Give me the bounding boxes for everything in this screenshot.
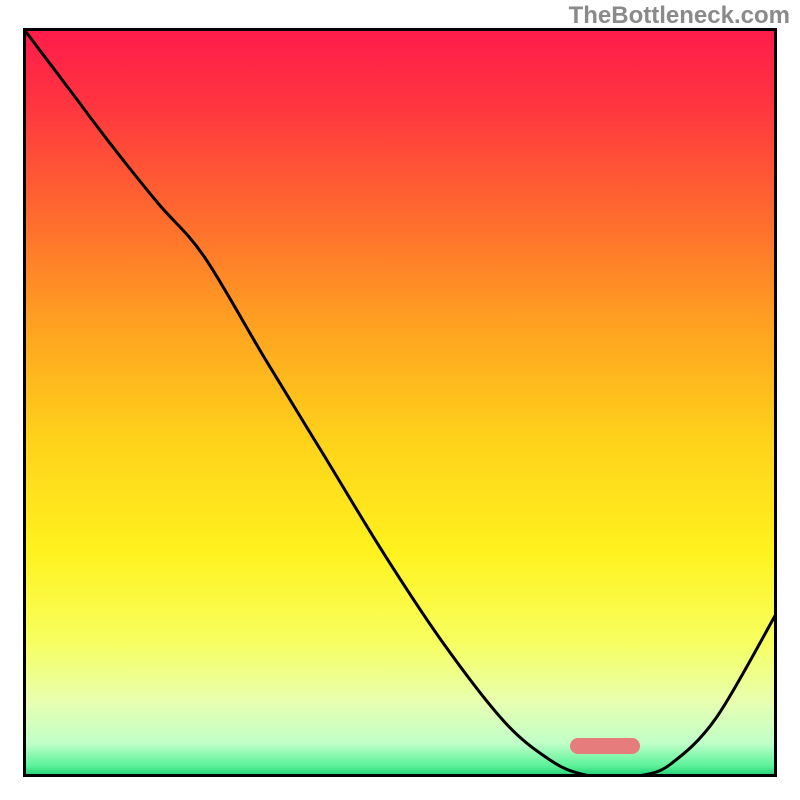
chart-svg <box>23 28 777 777</box>
chart-background <box>23 28 777 777</box>
watermark-text: TheBottleneck.com <box>569 2 790 30</box>
optimal-zone-indicator <box>570 738 640 754</box>
bottleneck-chart <box>23 28 777 777</box>
app-frame: TheBottleneck.com <box>0 0 800 800</box>
